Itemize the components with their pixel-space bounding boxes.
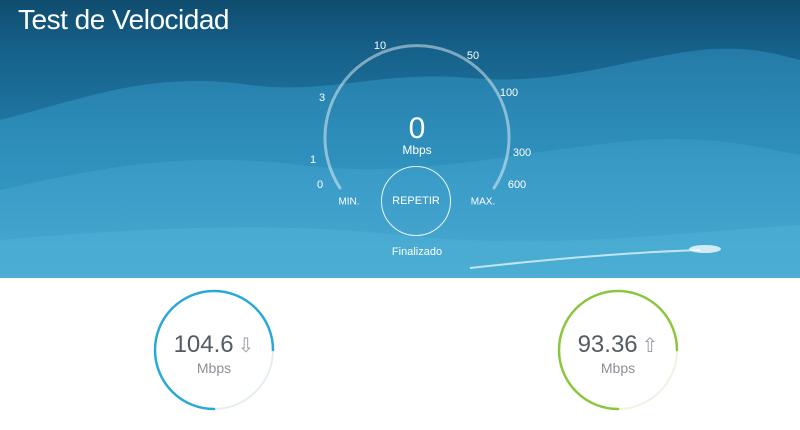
- download-speed-value: 104.6: [173, 331, 234, 358]
- gauge-tick: 10: [373, 40, 387, 52]
- gauge-tick: 0: [316, 179, 324, 191]
- gauge-tick: 600: [507, 179, 527, 191]
- download-speed-unit: Mbps: [196, 360, 232, 376]
- test-status: Finalizado: [391, 246, 443, 258]
- speedtest-banner: Test de Velocidad 0 1 3 10 50 100 300 60…: [0, 0, 800, 278]
- gauge-tick: 300: [512, 147, 532, 159]
- download-arrow-icon: ⇩: [237, 335, 255, 357]
- gauge-max-label: MAX.: [470, 196, 496, 208]
- gauge-tick: 3: [318, 92, 326, 104]
- speed-gauge: [323, 44, 511, 190]
- download-result: 104.6 ⇩ Mbps: [149, 288, 279, 418]
- upload-result: 93.36 ⇧ Mbps: [553, 288, 683, 418]
- gauge-tick: 1: [309, 154, 317, 166]
- gauge-tick: 100: [499, 87, 519, 99]
- repeat-test-button[interactable]: REPETIR: [381, 166, 451, 236]
- current-speed-unit: Mbps: [402, 143, 432, 157]
- gauge-min-label: MIN.: [338, 196, 360, 208]
- upload-arrow-icon: ⇧: [641, 335, 659, 357]
- current-speed-value: 0: [408, 112, 426, 145]
- gauge-tick: 50: [466, 50, 480, 62]
- upload-speed-value: 93.36: [577, 331, 638, 358]
- upload-speed-unit: Mbps: [600, 360, 636, 376]
